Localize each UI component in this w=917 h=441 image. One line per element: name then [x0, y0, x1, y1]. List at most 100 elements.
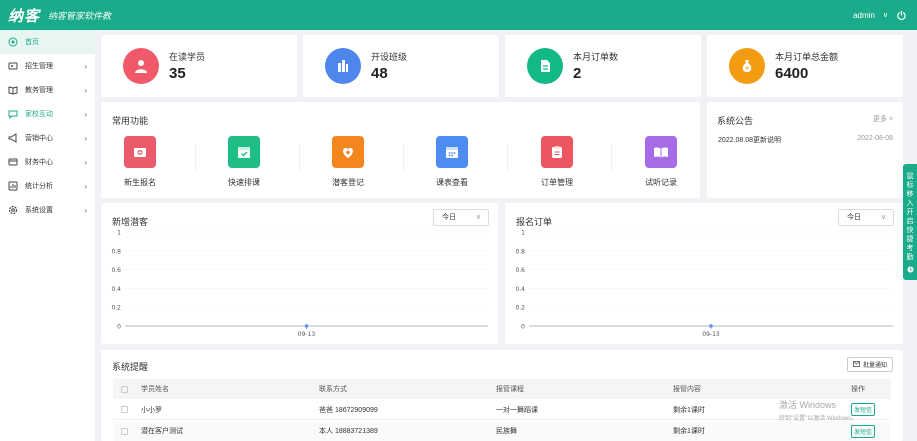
app-logo[interactable]: 纳客 — [8, 5, 40, 26]
stat-value: 6400 — [775, 65, 809, 82]
clock-icon — [903, 266, 917, 276]
notice-panel: 系统公告 更多 > 2022.08.08更新说明 2022-08-08 — [707, 102, 903, 198]
quick-item-prospect[interactable]: 潜客登记 — [296, 136, 400, 188]
wallet-icon — [8, 157, 18, 167]
quick-item-label: 快速排课 — [228, 178, 260, 187]
stat-label: 开设班级 — [371, 52, 408, 62]
notice-more-link[interactable]: 更多 > — [873, 114, 893, 124]
app-slogan: 纳客管家软件教 — [48, 10, 112, 21]
y-tick-label: 0 — [521, 324, 525, 331]
mail-icon — [853, 360, 860, 369]
row-checkbox[interactable] — [121, 406, 128, 413]
sidebar-item-finance[interactable]: 财务中心 › — [0, 150, 95, 174]
y-tick-label: 0.4 — [515, 286, 525, 293]
watermark-title: 激活 Windows — [779, 400, 837, 410]
row-checkbox[interactable] — [121, 427, 128, 435]
quick-item-orders[interactable]: 订单管理 — [505, 136, 609, 188]
heart-user-icon — [332, 136, 364, 168]
quick-attendance-tab[interactable]: 鼠标移入 开启快捷考勤 — [903, 164, 917, 280]
sidebar-item-home-school[interactable]: 家校互动 › — [0, 102, 95, 126]
enroll-icon — [124, 136, 156, 168]
panel-title: 常用功能 — [112, 116, 149, 126]
table-row: 小小罗 爸爸 18672909099 一对一舞蹈课 剩余1课时 发短信 — [113, 400, 891, 420]
building-icon — [325, 48, 361, 84]
sidebar-item-label: 营销中心 — [25, 135, 53, 142]
stat-value: 35 — [169, 65, 186, 82]
sidebar-item-label: 教务管理 — [25, 87, 53, 94]
sidebar-item-marketing[interactable]: 营销中心 › — [0, 126, 95, 150]
column-header: 联系方式 — [319, 386, 347, 393]
quick-item-enroll[interactable]: 新生报名 — [88, 136, 192, 188]
reminder-panel: 系统提醒 批量通知 学员姓名 联系方式 报管课程 报管内容 操作 小小罗 爸爸 … — [101, 350, 903, 441]
calendar-check-icon — [228, 136, 260, 168]
top-bar: 纳客 纳客管家软件教 admin ∨ — [0, 0, 917, 30]
clipboard-icon — [541, 136, 573, 168]
megaphone-icon — [8, 133, 18, 143]
x-tick-label: 09-13 — [298, 331, 316, 338]
quick-item-timetable[interactable]: 课表查看 — [400, 136, 504, 188]
sidebar-item-label: 首页 — [25, 39, 39, 46]
quick-item-label: 新生报名 — [124, 178, 156, 187]
book-icon — [8, 85, 18, 95]
select-all-checkbox[interactable] — [121, 385, 128, 393]
sidebar-item-settings[interactable]: 系统设置 › — [0, 198, 95, 222]
student-name: 潜在客户测试 — [141, 428, 183, 435]
chevron-right-icon: › — [84, 85, 87, 95]
y-tick-label: 0.2 — [515, 305, 525, 312]
chart-panel-prospects: 新增潜客 今日 ∨ 1 0.8 0.6 0.4 0.2 0 09-13 — [101, 203, 498, 344]
column-header: 操作 — [851, 386, 865, 393]
y-tick-label: 0.6 — [515, 267, 525, 274]
data-point — [709, 324, 713, 328]
panel-title: 系统提醒 — [112, 362, 149, 372]
stat-label: 在读学员 — [169, 52, 206, 62]
batch-notify-button[interactable]: 批量通知 — [847, 357, 893, 372]
send-sms-button[interactable]: 发短信 — [851, 424, 876, 438]
stat-card-orders[interactable]: 本月订单数 2 — [505, 35, 701, 97]
sidebar-item-label: 系统设置 — [25, 207, 53, 214]
chevron-down-icon[interactable]: ∨ — [883, 11, 888, 19]
stat-value: 2 — [573, 65, 582, 82]
notice-item-date: 2022-08-08 — [857, 135, 893, 142]
quick-attendance-label: 鼠标移入 开启快捷考勤 — [906, 173, 914, 261]
y-tick-label: 0.4 — [111, 286, 121, 293]
id-card-icon — [8, 61, 18, 71]
user-name[interactable]: admin — [853, 11, 875, 20]
stat-card-classes[interactable]: 开设班级 48 — [303, 35, 499, 97]
quick-item-trial[interactable]: 试听记录 — [609, 136, 713, 188]
chevron-right-icon: › — [84, 157, 87, 167]
column-header: 报管课程 — [496, 386, 524, 393]
course: 一对一舞蹈课 — [496, 406, 538, 414]
power-icon[interactable] — [896, 10, 907, 21]
course: 民族舞 — [496, 428, 517, 435]
column-header: 报管内容 — [673, 386, 701, 393]
chevron-right-icon: › — [84, 109, 87, 119]
y-tick-label: 1 — [521, 230, 525, 237]
line-chart: 1 0.8 0.6 0.4 0.2 0 09-13 — [111, 230, 488, 338]
stat-card-revenue[interactable]: ¥ 本月订单总金额 6400 — [707, 35, 903, 97]
sidebar-item-academic[interactable]: 教务管理 › — [0, 78, 95, 102]
y-tick-label: 0.6 — [111, 267, 121, 274]
chevron-right-icon: › — [84, 181, 87, 191]
gear-icon — [8, 205, 18, 215]
sidebar: 首页 招生管理 › 教务管理 › 家校互动 › 营销中心 › 财务中心 › 统计… — [0, 30, 95, 441]
quick-item-schedule[interactable]: 快速排课 — [192, 136, 296, 188]
stat-card-students[interactable]: 在读学员 35 — [101, 35, 297, 97]
sidebar-item-label: 招生管理 — [25, 63, 53, 70]
sidebar-item-label: 统计分析 — [25, 183, 53, 190]
line-chart: 1 0.8 0.6 0.4 0.2 0 09-13 — [515, 230, 893, 338]
calendar-icon — [436, 136, 468, 168]
chevron-right-icon: › — [84, 205, 87, 215]
stat-label: 本月订单数 — [573, 52, 619, 62]
sidebar-item-statistics[interactable]: 统计分析 › — [0, 174, 95, 198]
content: 剩余1课时 — [673, 406, 705, 414]
y-tick-label: 1 — [117, 230, 121, 237]
stat-value: 48 — [371, 65, 388, 82]
contact: 爸爸 18672909099 — [319, 406, 378, 414]
sidebar-item-enrollment[interactable]: 招生管理 › — [0, 54, 95, 78]
batch-notify-label: 批量通知 — [862, 363, 887, 369]
open-book-icon — [645, 136, 677, 168]
panel-title: 系统公告 — [717, 116, 754, 126]
sidebar-item-home[interactable]: 首页 — [0, 30, 95, 54]
chat-icon — [8, 109, 18, 119]
notice-item-title[interactable]: 2022.08.08更新说明 — [718, 135, 781, 145]
